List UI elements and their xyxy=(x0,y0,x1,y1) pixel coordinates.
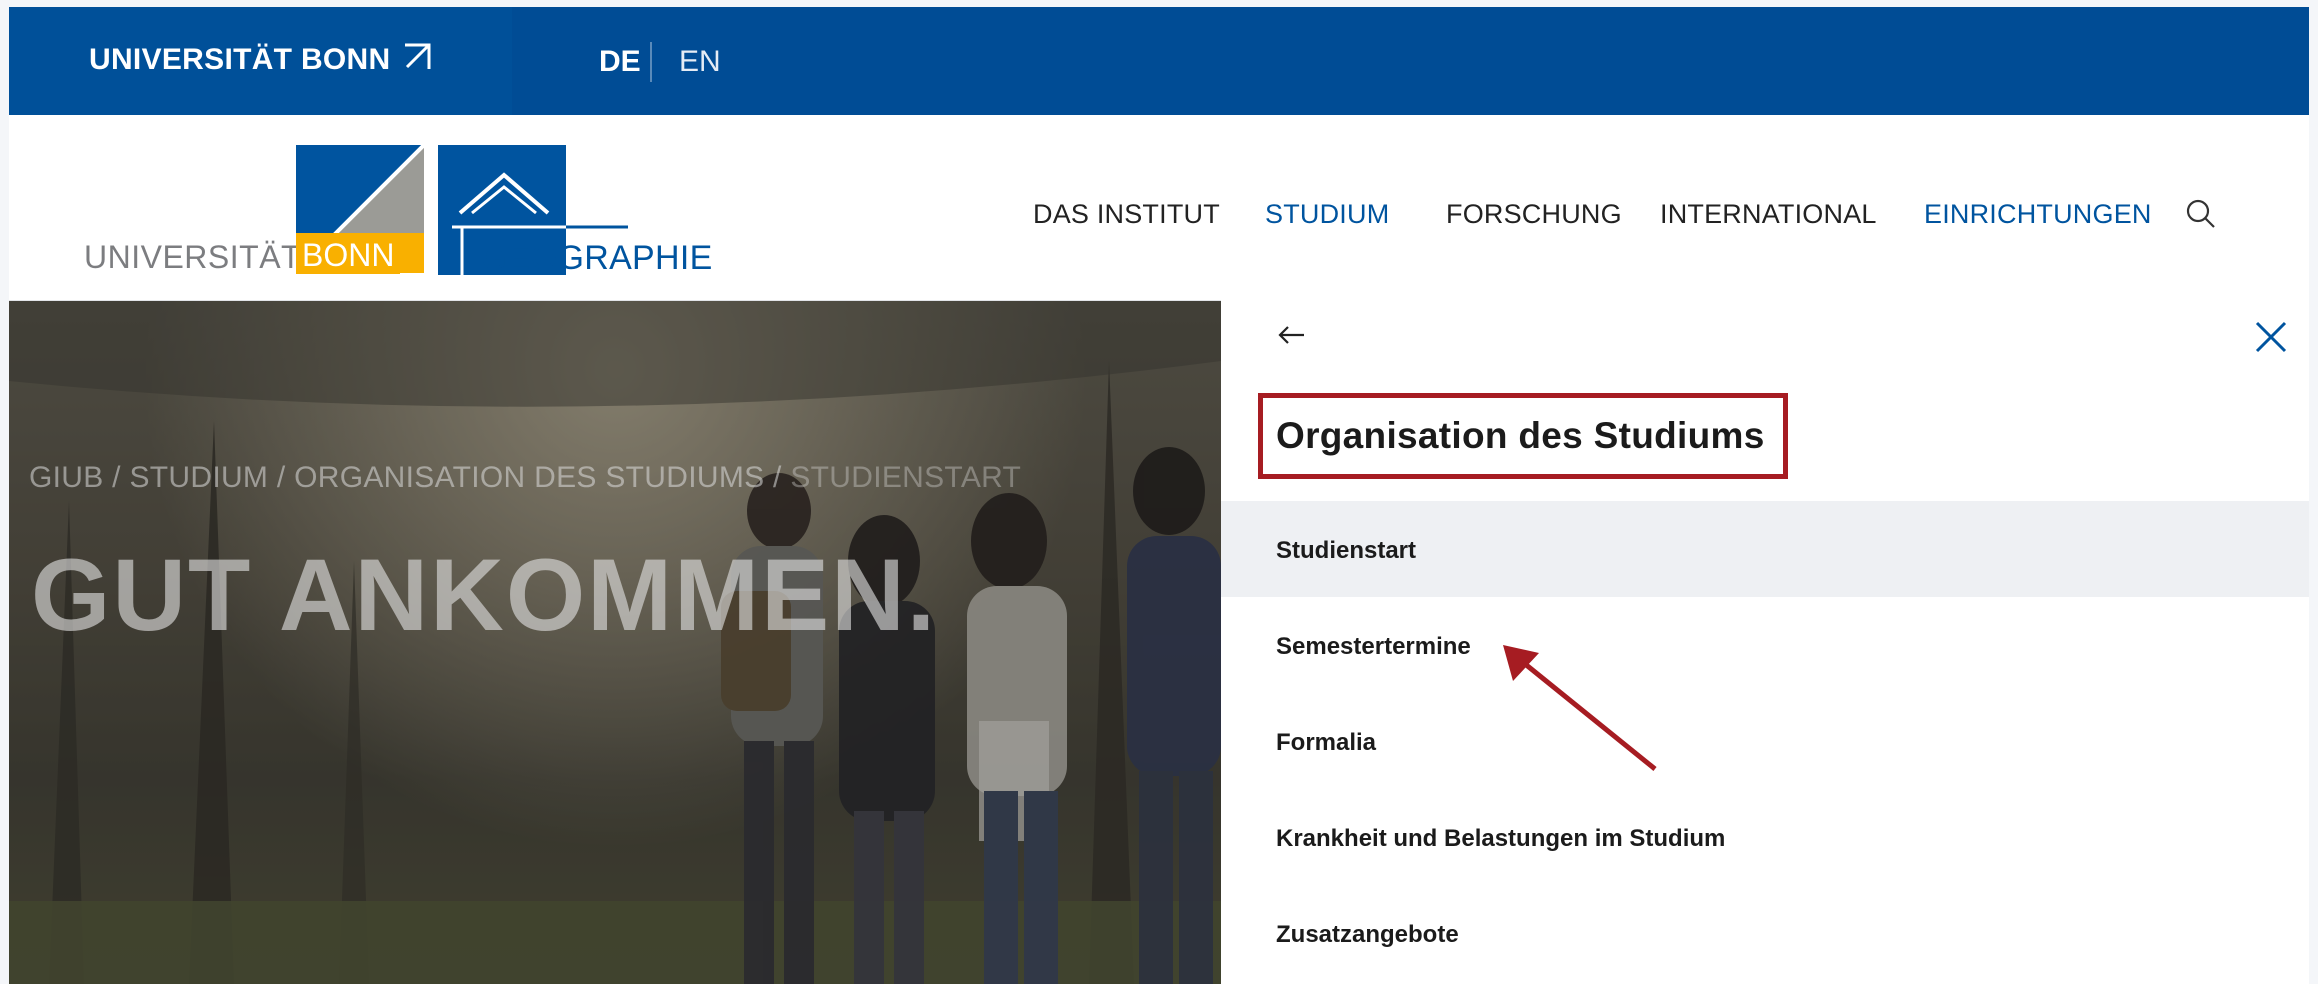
logo-geography-text: GEOGRAPHIE xyxy=(481,239,713,277)
top-bar: UNIVERSITÄT BONN DE EN xyxy=(9,7,2309,115)
nav-forschung[interactable]: FORSCHUNG xyxy=(1446,199,1622,230)
language-de[interactable]: DE xyxy=(599,45,641,79)
search-icon[interactable] xyxy=(2184,197,2218,231)
submenu-item-label: Studienstart xyxy=(1276,537,1417,564)
site-logo[interactable]: UNIVERSITÄT BONN GEOGRAPHIE xyxy=(84,145,712,277)
hero-banner: GIUB / STUDIUM / ORGANISATION DES STUDIU… xyxy=(9,301,1221,984)
site-header: UNIVERSITÄT BONN GEOGRAPHIE DAS INSTITUT… xyxy=(9,115,2309,301)
nav-das-institut[interactable]: DAS INSTITUT xyxy=(1033,199,1220,230)
submenu-panel: Organisation des Studiums Studienstart S… xyxy=(1221,295,2309,984)
submenu-item-studienstart[interactable]: Studienstart xyxy=(1221,501,2309,597)
external-link-icon xyxy=(405,43,431,69)
nav-international[interactable]: INTERNATIONAL xyxy=(1660,199,1877,230)
breadcrumb: GIUB / STUDIUM / ORGANISATION DES STUDIU… xyxy=(29,461,1021,495)
close-icon[interactable] xyxy=(2253,319,2289,355)
submenu-item-label: Semestertermine xyxy=(1276,633,1471,660)
hero-title: GUT ANKOMMEN. xyxy=(31,538,938,652)
submenu-item-formalia[interactable]: Formalia xyxy=(1221,693,2309,789)
breadcrumb-current: STUDIENSTART xyxy=(790,461,1022,494)
breadcrumb-path[interactable]: GIUB / STUDIUM / ORGANISATION DES STUDIU… xyxy=(29,461,790,494)
language-separator xyxy=(650,42,652,82)
annotation-highlight-box xyxy=(1258,393,1788,479)
logo-university-text: UNIVERSITÄT xyxy=(84,239,302,275)
university-bonn-link[interactable]: UNIVERSITÄT BONN xyxy=(89,43,390,77)
submenu-item-label: Krankheit und Belastungen im Studium xyxy=(1276,825,1726,852)
submenu-item-krankheit[interactable]: Krankheit und Belastungen im Studium xyxy=(1221,789,2309,885)
submenu-item-label: Zusatzangebote xyxy=(1276,921,1459,948)
submenu-item-semestertermine[interactable]: Semestertermine xyxy=(1221,597,2309,693)
page-frame: UNIVERSITÄT BONN DE EN UNIVERSITÄT BONN xyxy=(9,7,2309,984)
back-arrow-icon[interactable] xyxy=(1276,323,1306,347)
nav-einrichtungen[interactable]: EINRICHTUNGEN xyxy=(1924,199,2152,230)
annotation-arrow-icon xyxy=(1503,645,1657,771)
nav-studium[interactable]: STUDIUM xyxy=(1265,199,1389,230)
submenu-item-zusatzangebote[interactable]: Zusatzangebote xyxy=(1221,885,2309,981)
language-en[interactable]: EN xyxy=(679,45,721,79)
submenu-item-label: Formalia xyxy=(1276,729,1377,756)
logo-bonn-text: BONN xyxy=(296,236,401,274)
